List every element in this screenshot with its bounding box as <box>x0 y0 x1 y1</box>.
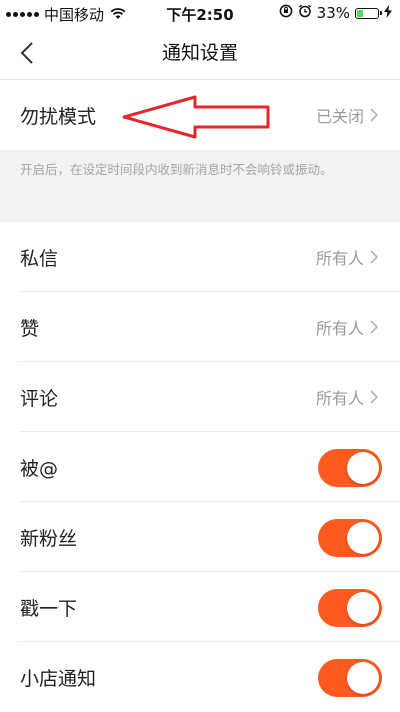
row-private-message[interactable]: 私信 所有人 <box>0 222 400 292</box>
chevron-right-icon <box>370 320 379 334</box>
row-value: 所有人 <box>315 389 364 408</box>
row-new-followers: 新粉丝 <box>0 502 400 572</box>
row-comments[interactable]: 评论 所有人 <box>0 362 400 432</box>
dnd-row[interactable]: 勿扰模式 已关闭 <box>0 80 400 150</box>
row-label: 小店通知 <box>20 667 97 690</box>
row-label: 被@ <box>20 457 59 480</box>
row-label: 评论 <box>20 387 59 410</box>
toggle-knob <box>347 452 379 484</box>
row-poke: 戳一下 <box>0 572 400 642</box>
mentions-toggle[interactable] <box>318 449 382 487</box>
toggle-knob <box>347 522 379 554</box>
row-label: 戳一下 <box>20 597 78 620</box>
dnd-hint-block: 开启后，在设定时间段内收到新消息时不会响铃或振动。 <box>0 150 400 222</box>
dnd-label: 勿扰模式 <box>20 105 97 128</box>
row-likes[interactable]: 赞 所有人 <box>0 292 400 362</box>
chevron-right-icon <box>370 108 379 122</box>
row-value: 所有人 <box>315 319 364 338</box>
chevron-right-icon <box>370 390 379 404</box>
chevron-right-icon <box>370 250 379 264</box>
nav-bar: 通知设置 <box>0 26 400 80</box>
row-label: 赞 <box>20 317 40 340</box>
dnd-value: 已关闭 <box>315 107 364 126</box>
row-mentions: 被@ <box>0 432 400 502</box>
carrier-name: 中国移动 <box>44 6 105 24</box>
charging-icon <box>384 4 392 22</box>
dnd-hint-text: 开启后，在设定时间段内收到新消息时不会响铃或振动。 <box>20 162 333 177</box>
poke-toggle[interactable] <box>318 589 382 627</box>
new-followers-toggle[interactable] <box>318 519 382 557</box>
back-button[interactable] <box>10 36 44 70</box>
row-shop-notifications: 小店通知 <box>0 642 400 712</box>
alarm-icon <box>298 4 312 22</box>
rotation-lock-icon <box>279 4 293 22</box>
toggle-knob <box>347 592 379 624</box>
battery-icon <box>355 7 382 19</box>
row-label: 新粉丝 <box>20 527 78 550</box>
row-value: 所有人 <box>315 249 364 268</box>
battery-percent: 33% <box>316 4 350 22</box>
page-title: 通知设置 <box>161 42 238 64</box>
toggle-knob <box>347 662 379 694</box>
row-label: 私信 <box>20 247 59 270</box>
shop-notifications-toggle[interactable] <box>318 659 382 697</box>
chevron-left-icon <box>20 42 33 64</box>
wifi-icon <box>110 6 126 24</box>
signal-icon <box>6 12 39 17</box>
status-bar: 中国移动 下午2:50 33% <box>0 0 400 26</box>
